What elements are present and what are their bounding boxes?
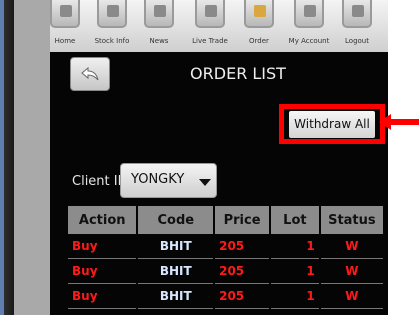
nav-live-trade-label: Live Trade [192, 37, 228, 45]
nav-logout-label: Logout [345, 37, 369, 45]
device-frame-left [4, 0, 14, 315]
nav-stock-info[interactable]: Stock Info [90, 0, 134, 52]
col-price: Price [215, 206, 270, 234]
table-row[interactable]: Buy BHIT 205 1 W [68, 234, 383, 259]
nav-order-label: Order [249, 37, 269, 45]
account-icon [294, 0, 324, 28]
nav-news[interactable]: News [137, 0, 181, 52]
nav-my-account[interactable]: My Account [287, 0, 331, 52]
dropdown-caret-icon [199, 179, 211, 186]
home-icon [50, 0, 80, 28]
row-code: BHIT [138, 284, 214, 309]
withdraw-highlight-box: Withdraw All [279, 104, 385, 144]
page-title: ORDER LIST [190, 64, 286, 83]
top-nav-bar: Home Stock Info News Live Trade Order My… [50, 0, 388, 52]
col-lot: Lot [271, 206, 319, 234]
row-price: 205 [215, 284, 270, 309]
nav-home-label: Home [54, 37, 76, 45]
col-status: Status [320, 206, 383, 234]
emulator-screen: Home Stock Info News Live Trade Order My… [14, 0, 388, 315]
row-lot: 1 [271, 234, 319, 259]
back-button[interactable] [70, 57, 110, 91]
nav-order[interactable]: Order [237, 0, 281, 52]
row-status: W [320, 234, 383, 259]
row-action: Buy [68, 234, 137, 259]
col-code: Code [138, 206, 214, 234]
nav-home[interactable]: Home [50, 0, 87, 52]
client-id-value: YONGKY [131, 172, 185, 187]
row-action: Buy [68, 284, 137, 309]
client-id-select[interactable]: YONGKY [120, 163, 217, 198]
app-window: Home Stock Info News Live Trade Order My… [50, 0, 388, 315]
stock-info-icon [97, 0, 127, 28]
row-code: BHIT [138, 259, 214, 284]
row-status: W [320, 284, 383, 309]
order-icon [244, 0, 274, 28]
row-lot: 1 [271, 284, 319, 309]
annotation-arrow-icon [379, 114, 419, 130]
table-row[interactable]: Buy BHIT 205 1 W [68, 259, 383, 284]
row-lot: 1 [271, 259, 319, 284]
row-status: W [320, 259, 383, 284]
nav-live-trade[interactable]: Live Trade [188, 0, 232, 52]
row-price: 205 [215, 259, 270, 284]
order-table: Action Code Price Lot Status Buy BHIT 20… [66, 206, 385, 309]
live-trade-icon [195, 0, 225, 28]
nav-news-label: News [149, 37, 169, 45]
row-action: Buy [68, 259, 137, 284]
right-margin [388, 0, 419, 315]
col-action: Action [68, 206, 137, 234]
row-price: 205 [215, 234, 270, 259]
news-icon [144, 0, 174, 28]
row-code: BHIT [138, 234, 214, 259]
order-table-header: Action Code Price Lot Status [68, 206, 383, 234]
back-arrow-icon [81, 67, 99, 81]
table-row[interactable]: Buy BHIT 205 1 W [68, 284, 383, 309]
nav-logout[interactable]: Logout [335, 0, 379, 52]
nav-stock-info-label: Stock Info [94, 37, 130, 45]
withdraw-all-button[interactable]: Withdraw All [289, 110, 375, 138]
logout-icon [342, 0, 372, 28]
nav-my-account-label: My Account [288, 37, 330, 45]
